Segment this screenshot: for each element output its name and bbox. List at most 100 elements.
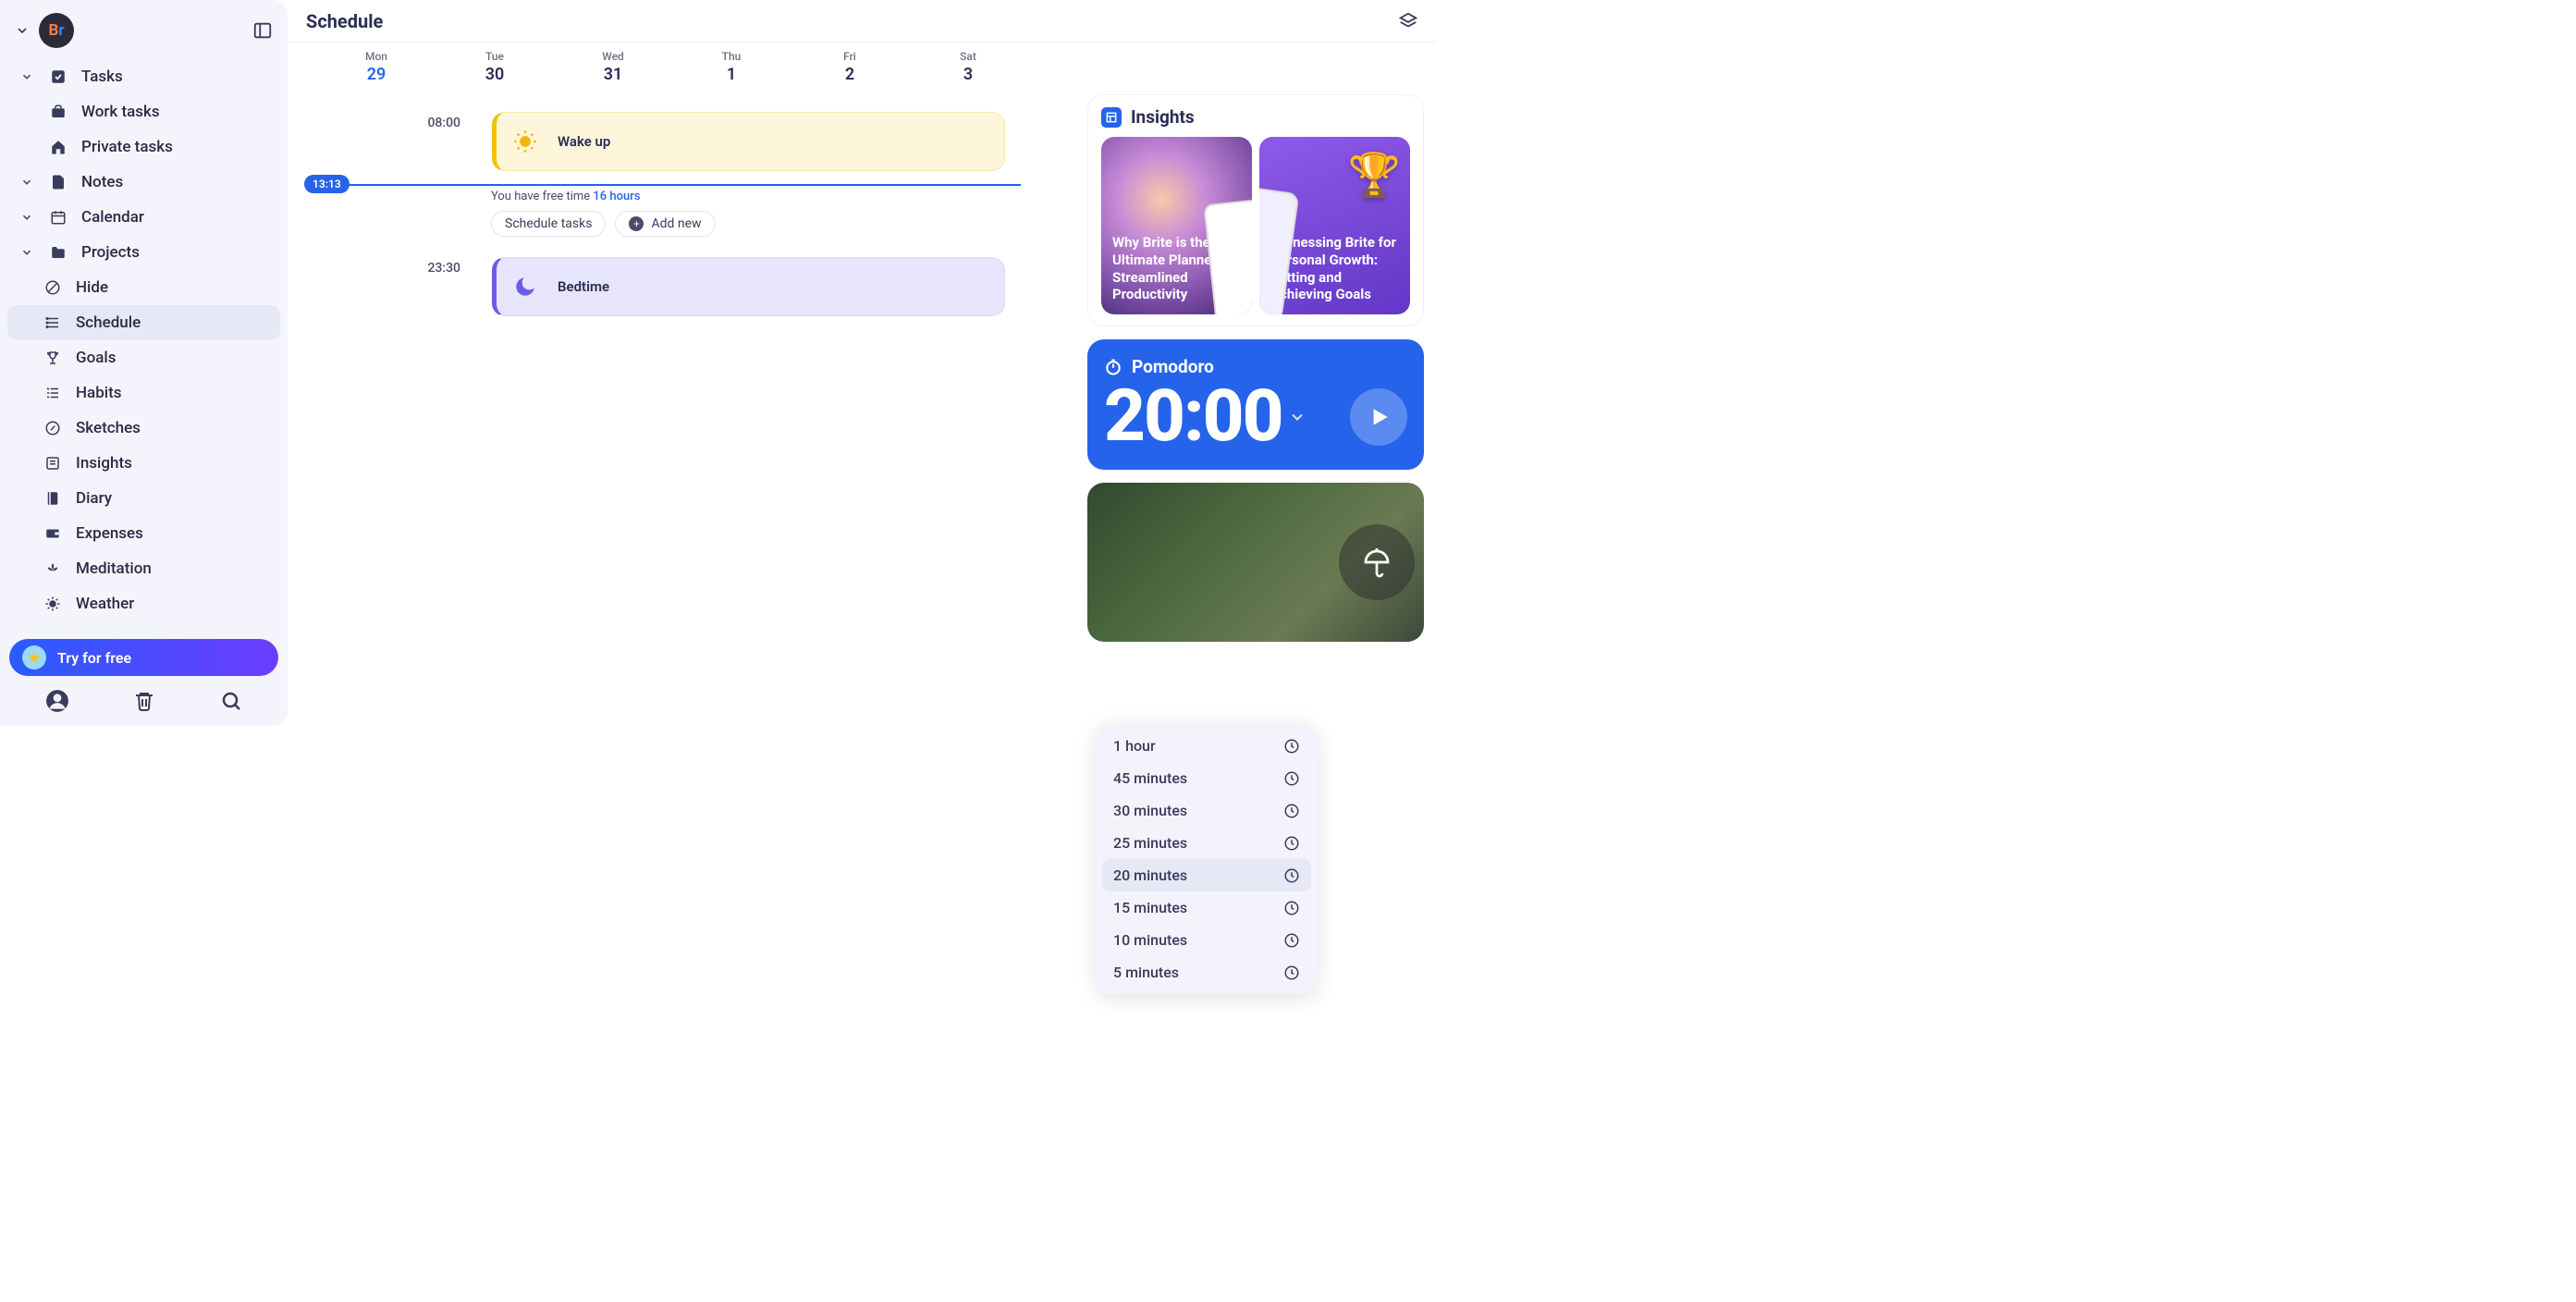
clock-icon [1283, 932, 1300, 949]
nav-insights[interactable]: Insights [7, 446, 280, 481]
nav-private-tasks[interactable]: Private tasks [7, 129, 280, 165]
clock-icon [1283, 900, 1300, 916]
hide-icon [43, 277, 63, 298]
chevron-down-icon[interactable] [15, 23, 30, 38]
panel-toggle-icon[interactable] [252, 20, 273, 41]
day-number: 31 [554, 65, 672, 84]
wallet-icon [43, 523, 63, 544]
nav-expenses[interactable]: Expenses [7, 516, 280, 551]
chevron-down-icon [18, 211, 35, 224]
calendar-icon [48, 207, 68, 227]
day-number: 3 [909, 65, 1027, 84]
day-name: Mon [317, 50, 435, 63]
pomodoro-duration-menu: 1 hour45 minutes30 minutes25 minutes20 m… [1097, 724, 1317, 994]
nav-label: Projects [81, 243, 140, 262]
nav-hide[interactable]: Hide [7, 270, 280, 305]
day-name: Thu [672, 50, 791, 63]
duration-option[interactable]: 10 minutes [1102, 924, 1311, 956]
day-number: 30 [435, 65, 554, 84]
clock-icon [1283, 803, 1300, 819]
nav-label: Schedule [76, 313, 141, 332]
nav-notes[interactable]: Notes [7, 165, 280, 200]
nav-goals[interactable]: Goals [7, 340, 280, 375]
news-icon [43, 453, 63, 473]
nav-label: Work tasks [81, 103, 160, 121]
pomodoro-play-button[interactable] [1350, 388, 1407, 446]
duration-option[interactable]: 25 minutes [1102, 827, 1311, 859]
document-icon [48, 172, 68, 192]
day-name: Tue [435, 50, 554, 63]
insight-article-1[interactable]: Why Brite is the Ultimate Planner for St… [1101, 137, 1252, 314]
day-name: Wed [554, 50, 672, 63]
pomodoro-duration-dropdown[interactable] [1288, 408, 1306, 426]
nav-weather[interactable]: Weather [7, 586, 280, 621]
duration-option[interactable]: 15 minutes [1102, 891, 1311, 924]
page-title: Schedule [306, 10, 383, 32]
add-new-button[interactable]: + Add new [615, 211, 715, 237]
layers-icon[interactable] [1398, 11, 1418, 31]
try-for-free-button[interactable]: ★ Try for free [9, 639, 278, 676]
insight-article-2[interactable]: 🏆 Harnessing Brite for Personal Growth: … [1259, 137, 1410, 314]
day-name: Fri [791, 50, 909, 63]
nav-label: Private tasks [81, 138, 173, 156]
stopwatch-icon [1104, 358, 1122, 376]
event-wake-up[interactable]: Wake up [492, 112, 1005, 171]
duration-option[interactable]: 1 hour [1102, 730, 1311, 762]
current-time-indicator: 13:13 [317, 184, 1021, 186]
event-title: Wake up [558, 133, 610, 150]
try-free-label: Try for free [57, 649, 131, 667]
account-icon[interactable] [45, 689, 69, 713]
event-title: Bedtime [558, 278, 609, 295]
chevron-down-icon [18, 70, 35, 83]
nav-work-tasks[interactable]: Work tasks [7, 94, 280, 129]
schedule-area: Mon29Tue30Wed31Thu1Fri2Sat3 08:00 Wake u… [288, 43, 1437, 726]
day-column[interactable]: Thu1 [672, 50, 791, 84]
day-column[interactable]: Mon29 [317, 50, 435, 84]
duration-option[interactable]: 20 minutes [1102, 859, 1311, 891]
chevron-down-icon [18, 176, 35, 189]
clock-icon [1283, 835, 1300, 852]
event-bedtime[interactable]: Bedtime [492, 257, 1005, 316]
nav-label: Calendar [81, 208, 144, 227]
duration-option[interactable]: 30 minutes [1102, 794, 1311, 827]
schedule-icon [43, 313, 63, 333]
insights-icon [1101, 107, 1122, 128]
nav-calendar[interactable]: Calendar [7, 200, 280, 235]
nav-projects[interactable]: Projects [7, 235, 280, 270]
nav-label: Habits [76, 384, 122, 402]
weather-icon [43, 594, 63, 614]
nav-habits[interactable]: Habits [7, 375, 280, 411]
week-header: Mon29Tue 30Wed 31Thu1Fri2Sat 3 [317, 46, 1437, 84]
insights-title: Insights [1131, 106, 1195, 128]
duration-option[interactable]: 45 minutes [1102, 762, 1311, 794]
nav-meditation[interactable]: Meditation [7, 551, 280, 586]
checkbox-icon [48, 67, 68, 87]
schedule-tasks-button[interactable]: Schedule tasks [491, 211, 606, 237]
lotus-icon [43, 559, 63, 579]
star-icon: ★ [22, 645, 46, 669]
day-column[interactable]: Tue 30 [435, 50, 554, 84]
clock-icon [1283, 964, 1300, 981]
habits-icon [43, 383, 63, 403]
day-column[interactable]: Fri2 [791, 50, 909, 84]
trash-icon[interactable] [133, 690, 155, 712]
app-logo[interactable]: Br [39, 13, 74, 48]
search-icon[interactable] [220, 690, 242, 712]
sidebar: Br Tasks Work tasks Private tasks [0, 0, 288, 726]
day-column[interactable]: Wed 31 [554, 50, 672, 84]
day-column[interactable]: Sat 3 [909, 50, 1027, 84]
nav-diary[interactable]: Diary [7, 481, 280, 516]
duration-option[interactable]: 5 minutes [1102, 956, 1311, 989]
nav-label: Diary [76, 489, 112, 508]
nav-tasks[interactable]: Tasks [7, 59, 280, 94]
main-header: Schedule [288, 0, 1437, 43]
umbrella-icon[interactable] [1339, 524, 1415, 600]
nav-label: Insights [76, 454, 132, 473]
pomodoro-card: Pomodoro 20:00 1 hour45 minutes30 minute… [1087, 339, 1424, 470]
folder-icon [48, 242, 68, 263]
nav-schedule[interactable]: Schedule [7, 305, 280, 340]
clock-icon [1283, 867, 1300, 884]
day-name: Sat [909, 50, 1027, 63]
widget-image-card[interactable]: Add [1087, 483, 1424, 642]
nav-sketches[interactable]: Sketches [7, 411, 280, 446]
